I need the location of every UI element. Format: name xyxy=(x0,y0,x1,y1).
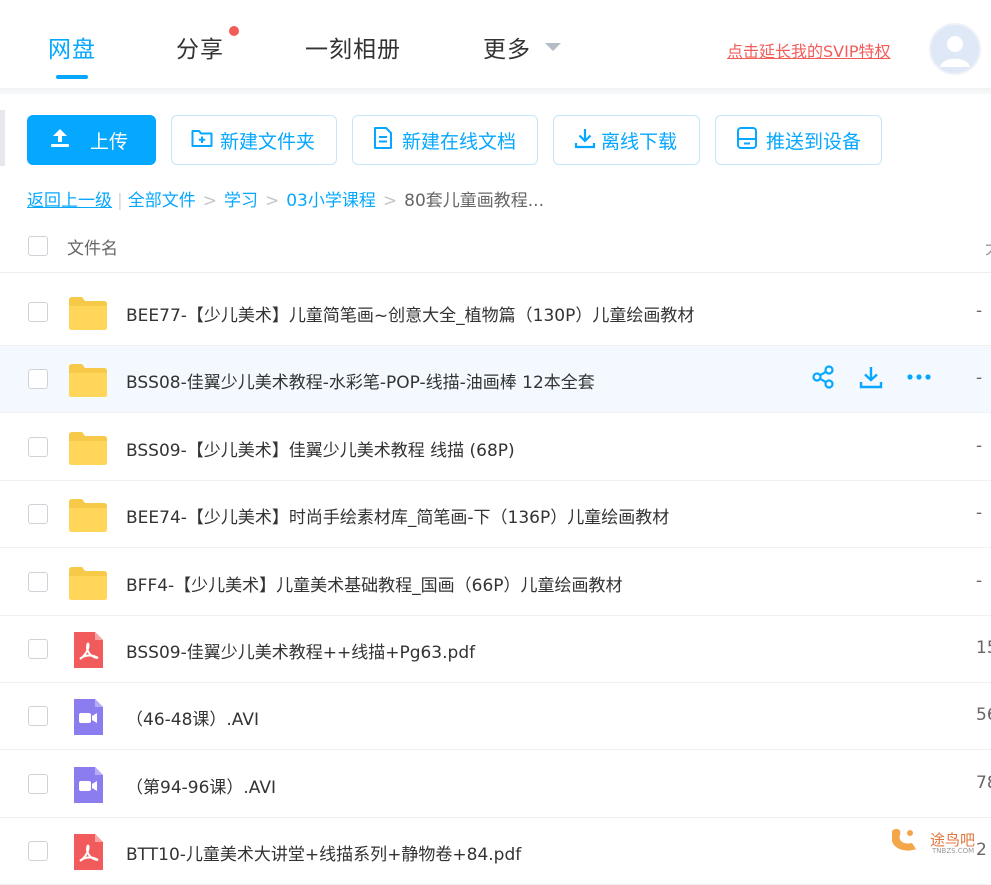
row-checkbox[interactable] xyxy=(28,706,48,726)
file-name[interactable]: BEE77-【少儿美术】儿童简笔画~创意大全_植物篇（130P）儿童绘画教材 xyxy=(126,301,694,326)
chevron-down-icon[interactable] xyxy=(545,43,561,51)
breadcrumb-study[interactable]: 学习 xyxy=(224,191,258,211)
new-folder-button[interactable]: 新建文件夹 xyxy=(171,115,337,165)
push-to-device-label: 推送到设备 xyxy=(766,130,862,153)
folder-icon[interactable] xyxy=(68,496,108,534)
file-row[interactable]: BEE74-【少儿美术】时尚手绘素材库_简笔画-下（136P）儿童绘画教材 - xyxy=(0,481,991,548)
file-name[interactable]: （46-48课）.AVI xyxy=(126,705,259,730)
file-size: - xyxy=(976,301,983,321)
top-nav: 网盘 分享 一刻相册 更多 点击延长我的SVIP特权 xyxy=(0,0,991,94)
breadcrumb-divider: | xyxy=(117,191,123,211)
svip-promo-link[interactable]: 点击延长我的SVIP特权 xyxy=(727,38,890,62)
file-size: 78 xyxy=(976,773,991,793)
breadcrumb-separator: > xyxy=(264,191,280,211)
folder-icon[interactable] xyxy=(68,564,108,602)
file-size: - xyxy=(976,368,983,388)
new-online-doc-button[interactable]: 新建在线文档 xyxy=(352,115,538,165)
column-filename[interactable]: 文件名 xyxy=(67,234,118,259)
select-all-checkbox[interactable] xyxy=(28,236,48,256)
device-icon xyxy=(736,126,758,155)
file-row[interactable]: BSS09-【少儿美术】佳翼少儿美术教程 线描 (68P) - xyxy=(0,414,991,481)
breadcrumb-current: 80套儿童画教程... xyxy=(404,191,544,211)
row-checkbox[interactable] xyxy=(28,302,48,322)
video-icon[interactable] xyxy=(68,766,108,804)
header-divider xyxy=(0,272,991,273)
pdf-icon[interactable] xyxy=(68,833,108,871)
row-checkbox[interactable] xyxy=(28,572,48,592)
file-row[interactable]: BFF4-【少儿美术】儿童美术基础教程_国画（66P）儿童绘画教材 - xyxy=(0,549,991,616)
file-size: 56 xyxy=(976,705,991,725)
upload-button[interactable]: 上传 xyxy=(27,115,156,165)
new-folder-label: 新建文件夹 xyxy=(220,130,316,153)
nav-tab-netdisk[interactable]: 网盘 xyxy=(48,30,96,64)
breadcrumb-separator: > xyxy=(202,191,217,211)
file-name[interactable]: BSS08-佳翼少儿美术教程-水彩笔-POP-线描-油画棒 12本全套 xyxy=(126,368,595,393)
file-row[interactable]: BEE77-【少儿美术】儿童简笔画~创意大全_植物篇（130P）儿童绘画教材 - xyxy=(0,279,991,346)
file-size: - xyxy=(976,436,983,456)
breadcrumb-separator: > xyxy=(382,191,398,211)
upload-icon xyxy=(48,126,72,155)
back-link[interactable]: 返回上一级 xyxy=(27,191,112,211)
new-online-doc-label: 新建在线文档 xyxy=(402,130,517,153)
file-name[interactable]: BTT10-儿童美术大讲堂+线描系列+静物卷+84.pdf xyxy=(126,840,521,865)
breadcrumb-primary-course[interactable]: 03小学课程 xyxy=(286,191,376,211)
file-size: - xyxy=(976,503,983,523)
file-name[interactable]: BSS09-【少儿美术】佳翼少儿美术教程 线描 (68P) xyxy=(126,436,515,461)
new-folder-icon xyxy=(190,126,214,155)
file-name[interactable]: （第94-96课）.AVI xyxy=(126,773,276,798)
notification-dot xyxy=(229,26,239,36)
download-icon[interactable] xyxy=(858,364,884,394)
watermark-logo: 途鸟吧 TNBZS.COM xyxy=(888,823,988,857)
file-row[interactable]: BSS08-佳翼少儿美术教程-水彩笔-POP-线描-油画棒 12本全套 - xyxy=(0,346,991,413)
row-checkbox[interactable] xyxy=(28,504,48,524)
active-tab-indicator xyxy=(56,75,88,79)
video-icon[interactable] xyxy=(68,698,108,736)
nav-tab-share[interactable]: 分享 xyxy=(176,30,224,64)
row-checkbox[interactable] xyxy=(28,437,48,457)
document-icon xyxy=(372,126,394,155)
file-row[interactable]: BTT10-儿童美术大讲堂+线描系列+静物卷+84.pdf 2 xyxy=(0,818,991,885)
file-size: 15 xyxy=(976,638,991,658)
file-name[interactable]: BSS09-佳翼少儿美术教程++线描+Pg63.pdf xyxy=(126,638,475,663)
file-size: - xyxy=(976,571,983,591)
pdf-icon[interactable] xyxy=(68,631,108,669)
column-size[interactable]: 大 xyxy=(985,234,991,259)
folder-icon[interactable] xyxy=(68,361,108,399)
file-row[interactable]: （第94-96课）.AVI 78 xyxy=(0,751,991,818)
row-checkbox[interactable] xyxy=(28,639,48,659)
push-to-device-button[interactable]: 推送到设备 xyxy=(715,115,882,165)
nav-tab-album[interactable]: 一刻相册 xyxy=(305,30,401,64)
sidebar-edge xyxy=(0,110,5,166)
download-icon xyxy=(573,126,597,155)
offline-download-button[interactable]: 离线下载 xyxy=(553,115,700,165)
more-icon[interactable] xyxy=(906,364,932,394)
folder-icon[interactable] xyxy=(68,294,108,332)
row-actions xyxy=(810,364,932,394)
nav-tab-more[interactable]: 更多 xyxy=(483,30,531,64)
row-checkbox[interactable] xyxy=(28,841,48,861)
watermark-subtext: TNBZS.COM xyxy=(932,847,975,855)
file-row[interactable]: BSS09-佳翼少儿美术教程++线描+Pg63.pdf 15 xyxy=(0,616,991,683)
file-name[interactable]: BEE74-【少儿美术】时尚手绘素材库_简笔画-下（136P）儿童绘画教材 xyxy=(126,503,669,528)
file-name[interactable]: BFF4-【少儿美术】儿童美术基础教程_国画（66P）儿童绘画教材 xyxy=(126,571,623,596)
offline-download-label: 离线下载 xyxy=(601,130,678,153)
folder-icon[interactable] xyxy=(68,429,108,467)
file-row[interactable]: （46-48课）.AVI 56 xyxy=(0,683,991,750)
breadcrumb: 返回上一级 | 全部文件 > 学习 >03小学课程 >80套儿童画教程... xyxy=(27,186,544,211)
row-checkbox[interactable] xyxy=(28,369,48,389)
share-icon[interactable] xyxy=(810,364,836,394)
user-avatar-icon[interactable] xyxy=(929,23,981,75)
breadcrumb-all-files[interactable]: 全部文件 xyxy=(128,191,196,211)
row-checkbox[interactable] xyxy=(28,774,48,794)
upload-label: 上传 xyxy=(90,130,129,153)
file-table-header: 文件名 大 xyxy=(0,222,991,272)
